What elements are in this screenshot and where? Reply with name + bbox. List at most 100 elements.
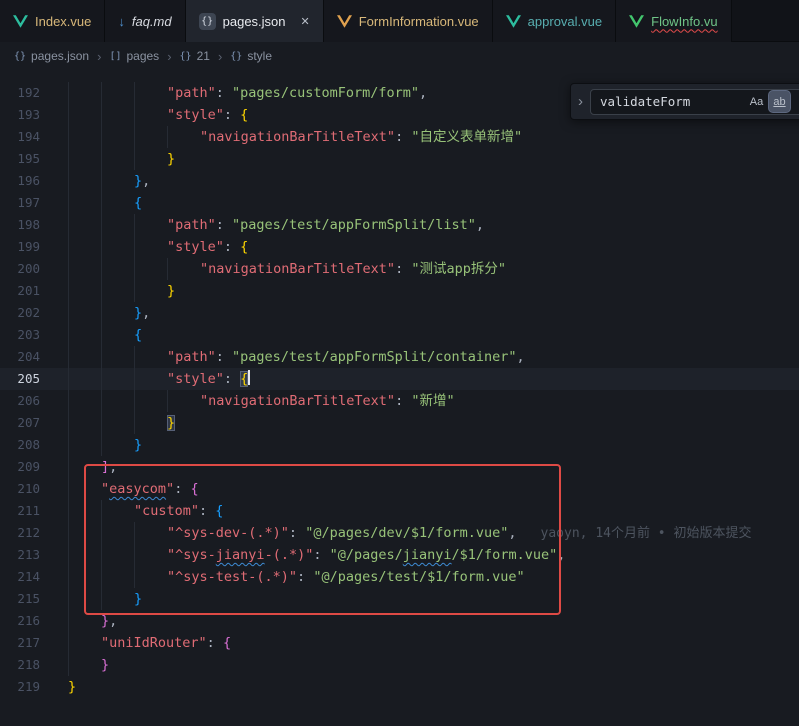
line-number[interactable]: 199 — [0, 236, 56, 258]
breadcrumb-label: pages — [126, 49, 159, 63]
breadcrumb-item-file[interactable]: {} pages.json — [14, 49, 89, 63]
code-token: } — [134, 305, 142, 321]
match-case-button[interactable]: Aa — [746, 91, 767, 112]
line-number[interactable]: 194 — [0, 126, 56, 148]
code-line: 203{ — [0, 324, 799, 346]
breadcrumb-item-index[interactable]: {} 21 — [180, 49, 210, 63]
code-line-content[interactable]: "uniIdRouter": { — [56, 632, 799, 654]
code-line-content[interactable]: "style": { — [56, 236, 799, 258]
code-token: { — [240, 371, 248, 387]
code-line-content[interactable]: "style": { — [56, 368, 799, 390]
tab-forminformation.vue[interactable]: FormInformation.vue — [324, 0, 493, 42]
code-line-content[interactable]: } — [56, 280, 799, 302]
code-line-content[interactable]: { — [56, 192, 799, 214]
close-tab-icon[interactable]: ✕ — [301, 15, 310, 28]
code-token: : — [199, 503, 215, 519]
code-line: 215} — [0, 588, 799, 610]
indent-guide — [101, 170, 102, 192]
indent-guide — [101, 214, 102, 236]
line-number[interactable]: 197 — [0, 192, 56, 214]
line-number[interactable]: 208 — [0, 434, 56, 456]
code-token: } — [134, 591, 142, 607]
line-number[interactable]: 213 — [0, 544, 56, 566]
tab-pages.json[interactable]: {}pages.json✕ — [186, 0, 324, 42]
code-line: 201} — [0, 280, 799, 302]
code-line-content[interactable]: "path": "pages/test/appFormSplit/list", — [56, 214, 799, 236]
code-line-content[interactable]: }, — [56, 610, 799, 632]
code-line-content[interactable]: "navigationBarTitleText": "自定义表单新增" — [56, 126, 799, 148]
code-line-content[interactable]: { — [56, 324, 799, 346]
line-number[interactable]: 195 — [0, 148, 56, 170]
code-line-content[interactable]: }, — [56, 170, 799, 192]
line-number[interactable]: 201 — [0, 280, 56, 302]
line-number[interactable]: 198 — [0, 214, 56, 236]
code-line-content[interactable]: } — [56, 588, 799, 610]
breadcrumb-item-pages[interactable]: [] pages — [109, 49, 159, 63]
line-number[interactable]: 214 — [0, 566, 56, 588]
code-token: { — [240, 107, 248, 123]
code-line-content[interactable]: } — [56, 434, 799, 456]
breadcrumb-item-style[interactable]: {} style — [230, 49, 272, 63]
find-query-text[interactable]: validateForm — [600, 94, 744, 109]
line-number[interactable]: 216 — [0, 610, 56, 632]
markdown-icon: ↓ — [118, 15, 125, 28]
whole-word-button[interactable]: ab — [769, 91, 790, 112]
code-line-content[interactable]: ], — [56, 456, 799, 478]
line-number[interactable]: 207 — [0, 412, 56, 434]
code-token: " — [166, 481, 174, 497]
line-number[interactable]: 203 — [0, 324, 56, 346]
code-line-content[interactable]: } — [56, 654, 799, 676]
code-line-content[interactable]: } — [56, 148, 799, 170]
indent-guide — [101, 434, 102, 456]
code-line: 218} — [0, 654, 799, 676]
line-number[interactable]: 202 — [0, 302, 56, 324]
tab-approval.vue[interactable]: approval.vue — [493, 0, 616, 42]
line-number[interactable]: 215 — [0, 588, 56, 610]
line-number[interactable]: 205 — [0, 368, 56, 390]
line-number[interactable]: 200 — [0, 258, 56, 280]
tab-flowinfo.vu[interactable]: FlowInfo.vu — [616, 0, 731, 42]
indent-guide — [68, 104, 69, 126]
code-line-content[interactable]: "navigationBarTitleText": "新增" — [56, 390, 799, 412]
vue-icon — [629, 15, 644, 28]
line-number[interactable]: 212 — [0, 522, 56, 544]
code-line-content[interactable]: "custom": { — [56, 500, 799, 522]
indent-guide — [101, 280, 102, 302]
code-line-content[interactable]: "navigationBarTitleText": "测试app拆分" — [56, 258, 799, 280]
line-number[interactable]: 219 — [0, 676, 56, 698]
code-line-content[interactable]: "easycom": { — [56, 478, 799, 500]
line-number[interactable]: 209 — [0, 456, 56, 478]
code-line-content[interactable]: "^sys-test-(.*)": "@/pages/test/$1/form.… — [56, 566, 799, 588]
code-line-content[interactable]: "path": "pages/test/appFormSplit/contain… — [56, 346, 799, 368]
line-number[interactable]: 218 — [0, 654, 56, 676]
git-blame-annotation: yaoyn, 14个月前 • 初始版本提交 — [541, 526, 752, 541]
line-number[interactable]: 196 — [0, 170, 56, 192]
line-number[interactable]: 206 — [0, 390, 56, 412]
code-line: 214"^sys-test-(.*)": "@/pages/test/$1/fo… — [0, 566, 799, 588]
line-number[interactable]: 210 — [0, 478, 56, 500]
line-number[interactable]: 204 — [0, 346, 56, 368]
code-line-content[interactable]: "^sys-jianyi-(.*)": "@/pages/jianyi/$1/f… — [56, 544, 799, 566]
code-line-content[interactable]: } — [56, 676, 799, 698]
find-input[interactable]: validateForm Aa ab .* — [590, 89, 799, 115]
line-number[interactable]: 192 — [0, 82, 56, 104]
tab-faq.md[interactable]: ↓faq.md — [105, 0, 185, 42]
regex-button[interactable]: .* — [792, 91, 799, 112]
code-line-content[interactable]: } — [56, 412, 799, 434]
find-expand-chevron-icon[interactable]: › — [571, 93, 590, 110]
code-line: 196}, — [0, 170, 799, 192]
tab-label: approval.vue — [528, 14, 602, 29]
breadcrumb: {} pages.json › [] pages › {} 21 › {} st… — [0, 42, 799, 70]
line-number[interactable]: 217 — [0, 632, 56, 654]
code-line-content[interactable]: }, — [56, 302, 799, 324]
code-token: -(.*)" — [265, 547, 314, 563]
line-number[interactable]: 193 — [0, 104, 56, 126]
code-token: " — [101, 481, 109, 497]
code-token: } — [167, 415, 175, 431]
code-token: "path" — [167, 349, 216, 365]
code-token: "navigationBarTitleText" — [200, 393, 395, 409]
code-line-content[interactable]: "^sys-dev-(.*)": "@/pages/dev/$1/form.vu… — [56, 522, 799, 544]
code-line: 199"style": { — [0, 236, 799, 258]
tab-index.vue[interactable]: Index.vue — [0, 0, 105, 42]
line-number[interactable]: 211 — [0, 500, 56, 522]
